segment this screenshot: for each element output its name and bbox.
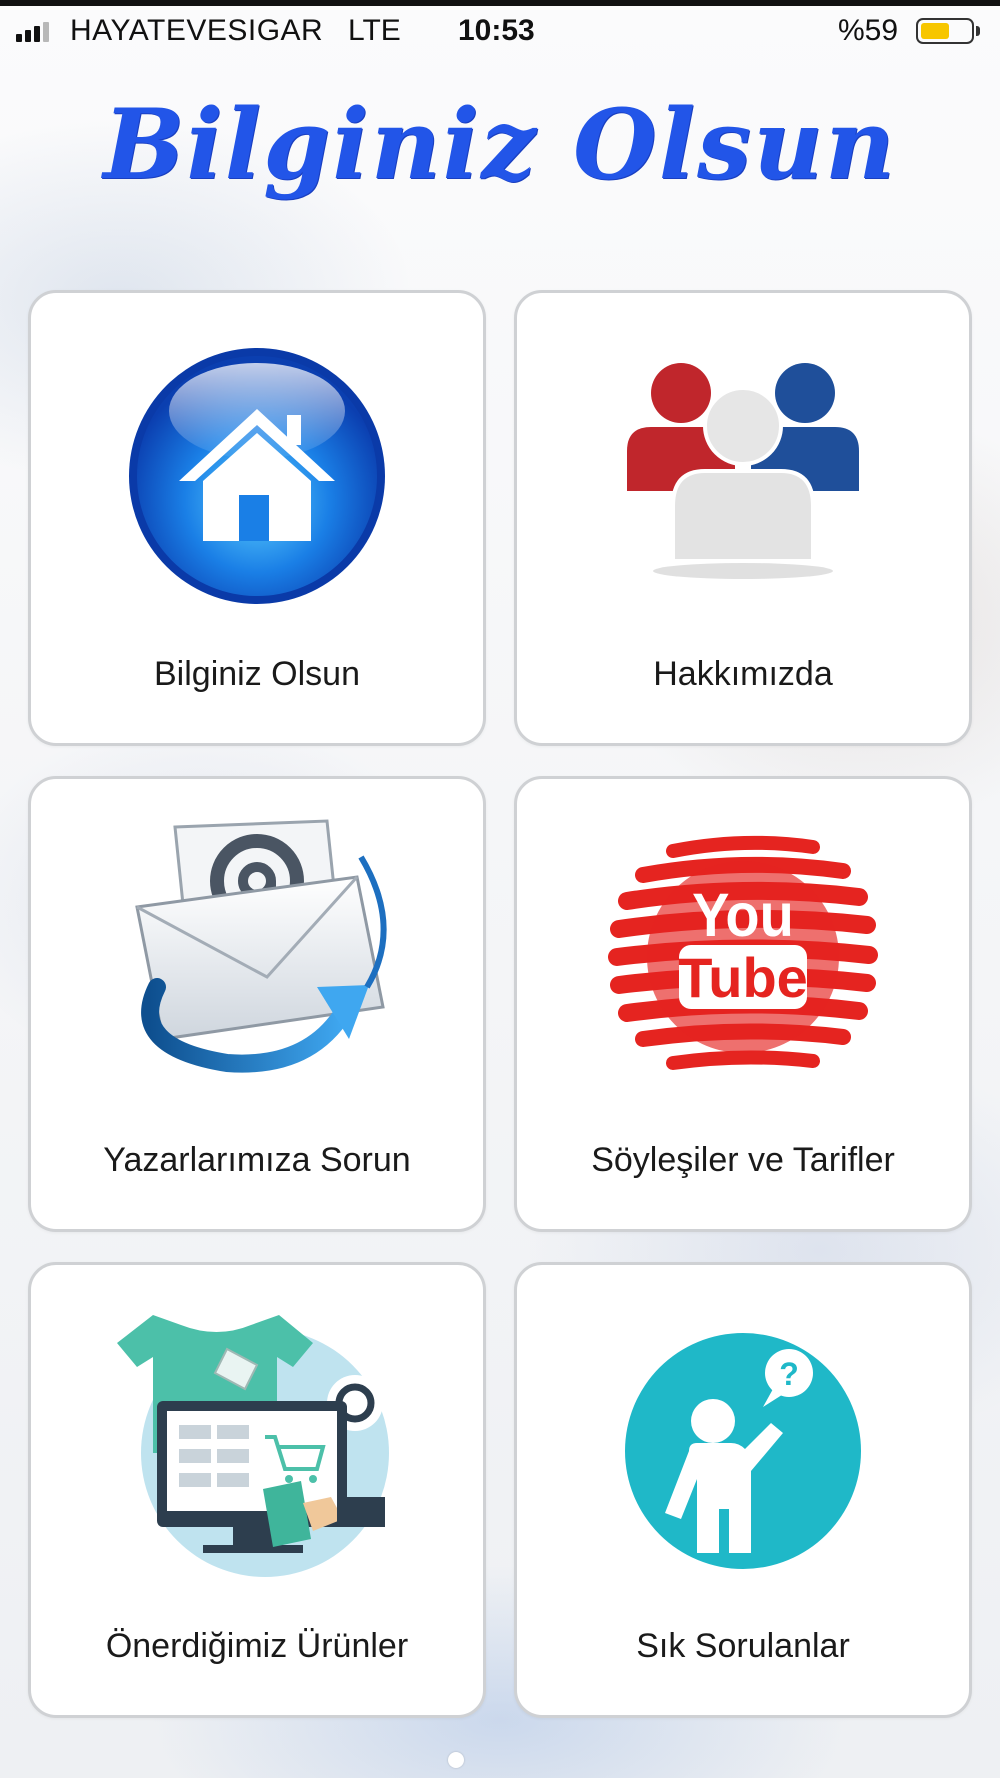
menu-tile-label: Bilginiz Olsun — [154, 655, 360, 693]
menu-tile-bilginiz-olsun[interactable]: Bilginiz Olsun — [28, 290, 486, 746]
menu-tile-hakkimizda[interactable]: Hakkımızda — [514, 290, 972, 746]
home-icon — [117, 331, 397, 611]
menu-tile-label: Önerdiğimiz Ürünler — [105, 1627, 409, 1665]
email-icon — [117, 817, 397, 1097]
menu-grid: Bilginiz Olsun Hakkımızda Yazarlarımıza … — [28, 290, 972, 1718]
battery-fill — [921, 23, 950, 39]
menu-tile-label: Hakkımızda — [653, 655, 833, 693]
signal-strength-icon — [16, 20, 49, 42]
faq-icon: ? — [603, 1303, 883, 1583]
svg-text:?: ? — [779, 1356, 799, 1392]
app-title: Bilginiz Olsun — [103, 88, 897, 201]
battery-tip — [976, 26, 980, 36]
menu-tile-onerdigimiz-urunler[interactable]: Önerdiğimiz Ürünler — [28, 1262, 486, 1718]
battery-icon — [916, 18, 974, 44]
menu-tile-label: Yazarlarımıza Sorun — [103, 1141, 411, 1179]
network-type: LTE — [348, 14, 401, 47]
status-bar: HAYATEVESIGAR LTE 10:53 %59 — [0, 6, 1000, 56]
youtube-logo-tube: Tube — [678, 946, 808, 1009]
menu-tile-label: Söyleşiler ve Tarifler — [591, 1141, 895, 1179]
menu-tile-soylesiler-ve-tarifler[interactable]: You Tube Söyleşiler ve Tarifler — [514, 776, 972, 1232]
menu-tile-sik-sorulanlar[interactable]: ? Sık Sorulanlar — [514, 1262, 972, 1718]
youtube-logo-you: You — [692, 881, 794, 949]
team-icon — [603, 331, 883, 611]
menu-tile-yazarlarimiza-sorun[interactable]: Yazarlarımıza Sorun — [28, 776, 486, 1232]
page-indicator-dot[interactable] — [448, 1752, 464, 1768]
shopping-icon — [117, 1303, 397, 1583]
youtube-icon: You Tube — [603, 817, 883, 1097]
battery-percentage: %59 — [838, 14, 899, 47]
carrier-name: HAYATEVESIGAR — [70, 14, 324, 47]
clock: 10:53 — [458, 14, 535, 47]
menu-tile-label: Sık Sorulanlar — [636, 1627, 850, 1665]
